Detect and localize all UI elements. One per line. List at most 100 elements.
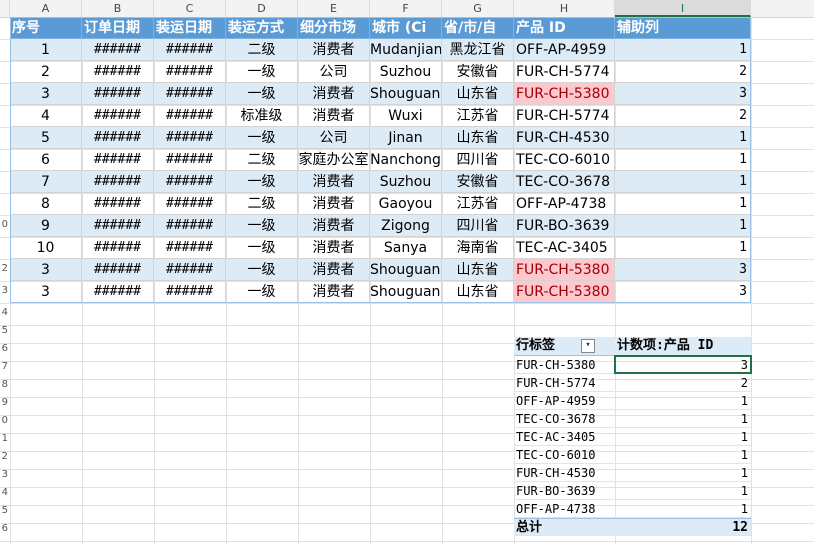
table-cell-mode[interactable]: 一级 [226, 237, 298, 259]
table-header-pid[interactable]: 产品 ID [514, 17, 615, 39]
row-number[interactable]: 0 [0, 415, 8, 426]
row-number[interactable]: 1 [0, 433, 8, 444]
table-cell-pid[interactable]: OFF-AP-4738 [514, 193, 615, 215]
column-header-d[interactable]: D [226, 0, 298, 17]
row-number[interactable]: 3 [0, 469, 8, 480]
table-cell-pid[interactable]: TEC-CO-6010 [514, 149, 615, 171]
spreadsheet[interactable]: ABCDEFGHI 0234567890123456 序号 订单日期 装运日期 装运方… [0, 0, 814, 544]
table-cell-city[interactable]: Suzhou [370, 61, 442, 83]
table-cell-pid[interactable]: FUR-CH-5380 [514, 281, 615, 303]
row-number[interactable]: 4 [0, 487, 8, 498]
row-number[interactable]: 2 [0, 451, 8, 462]
pivot-row-count[interactable]: 1 [615, 428, 751, 446]
pivot-row-count[interactable]: 2 [615, 374, 751, 392]
table-cell-seg[interactable]: 消费者 [298, 281, 370, 303]
pivot-row-label[interactable]: FUR-CH-5380 [514, 356, 615, 374]
filter-dropdown-icon[interactable]: ▾ [581, 338, 596, 353]
row-number[interactable]: 4 [0, 307, 8, 318]
pivot-row-label[interactable]: FUR-BO-3639 [514, 482, 615, 500]
table-cell-seg[interactable]: 家庭办公室 [298, 149, 370, 171]
table-header-mode[interactable]: 装运方式 [226, 17, 298, 39]
table-cell-prov[interactable]: 山东省 [442, 259, 514, 281]
pivot-row-label[interactable]: OFF-AP-4738 [514, 500, 615, 518]
table-cell-prov[interactable]: 安徽省 [442, 61, 514, 83]
table-cell-no[interactable]: 3 [10, 83, 82, 105]
table-cell-city[interactable]: Wuxi [370, 105, 442, 127]
pivot-row-label[interactable]: TEC-AC-3405 [514, 428, 615, 446]
table-cell-no[interactable]: 5 [10, 127, 82, 149]
table-cell-no[interactable]: 2 [10, 61, 82, 83]
table-cell-mode[interactable]: 二级 [226, 149, 298, 171]
row-number[interactable]: 3 [0, 285, 8, 296]
pivot-row-count[interactable]: 1 [615, 482, 751, 500]
table-cell-aux[interactable]: 1 [615, 127, 751, 149]
table-cell-mode[interactable]: 二级 [226, 193, 298, 215]
column-header-i[interactable]: I [615, 0, 751, 17]
table-cell-no[interactable]: 3 [10, 259, 82, 281]
pivot-row-label[interactable]: FUR-CH-4530 [514, 464, 615, 482]
table-cell-city[interactable]: Gaoyou [370, 193, 442, 215]
table-cell-ship[interactable]: ###### [154, 105, 226, 127]
table-cell-order[interactable]: ###### [82, 237, 154, 259]
table-cell-ship[interactable]: ###### [154, 193, 226, 215]
table-cell-order[interactable]: ###### [82, 193, 154, 215]
table-cell-order[interactable]: ###### [82, 215, 154, 237]
table-header-no[interactable]: 序号 [10, 17, 82, 39]
table-cell-ship[interactable]: ###### [154, 39, 226, 61]
pivot-row-label[interactable]: TEC-CO-3678 [514, 410, 615, 428]
table-cell-pid[interactable]: FUR-CH-5380 [514, 83, 615, 105]
table-cell-ship[interactable]: ###### [154, 281, 226, 303]
table-cell-prov[interactable]: 江苏省 [442, 193, 514, 215]
table-cell-order[interactable]: ###### [82, 105, 154, 127]
table-cell-no[interactable]: 6 [10, 149, 82, 171]
table-cell-city[interactable]: Shouguang [370, 281, 442, 303]
column-header-a[interactable]: A [10, 0, 82, 17]
table-header-seg[interactable]: 细分市场 [298, 17, 370, 39]
table-cell-aux[interactable]: 1 [615, 149, 751, 171]
pivot-row-count[interactable]: 1 [615, 464, 751, 482]
table-cell-mode[interactable]: 一级 [226, 215, 298, 237]
table-cell-order[interactable]: ###### [82, 259, 154, 281]
table-cell-city[interactable]: Shouguang [370, 83, 442, 105]
table-header-aux[interactable]: 辅助列 [615, 17, 751, 39]
table-cell-seg[interactable]: 公司 [298, 61, 370, 83]
row-number[interactable]: 5 [0, 325, 8, 336]
table-cell-mode[interactable]: 二级 [226, 39, 298, 61]
table-cell-aux[interactable]: 1 [615, 237, 751, 259]
table-cell-ship[interactable]: ###### [154, 127, 226, 149]
table-cell-pid[interactable]: FUR-CH-5380 [514, 259, 615, 281]
table-cell-pid[interactable]: TEC-AC-3405 [514, 237, 615, 259]
active-cell-selection[interactable] [614, 355, 752, 374]
table-cell-mode[interactable]: 标准级 [226, 105, 298, 127]
table-cell-seg[interactable]: 消费者 [298, 259, 370, 281]
table-cell-no[interactable]: 10 [10, 237, 82, 259]
table-cell-aux[interactable]: 3 [615, 259, 751, 281]
table-cell-aux[interactable]: 3 [615, 83, 751, 105]
row-number[interactable]: 5 [0, 505, 8, 516]
row-number[interactable]: 6 [0, 343, 8, 354]
column-header-g[interactable]: G [442, 0, 514, 17]
table-cell-pid[interactable]: FUR-CH-5774 [514, 105, 615, 127]
table-cell-mode[interactable]: 一级 [226, 127, 298, 149]
table-cell-city[interactable]: Zigong [370, 215, 442, 237]
table-cell-seg[interactable]: 消费者 [298, 83, 370, 105]
table-cell-aux[interactable]: 1 [615, 39, 751, 61]
table-header-city[interactable]: 城市 (Ci [370, 17, 442, 39]
pivot-row-count[interactable]: 1 [615, 392, 751, 410]
column-header-c[interactable]: C [154, 0, 226, 17]
table-cell-no[interactable]: 7 [10, 171, 82, 193]
table-cell-pid[interactable]: FUR-BO-3639 [514, 215, 615, 237]
table-cell-no[interactable]: 3 [10, 281, 82, 303]
table-cell-pid[interactable]: FUR-CH-5774 [514, 61, 615, 83]
table-cell-prov[interactable]: 山东省 [442, 127, 514, 149]
table-cell-order[interactable]: ###### [82, 149, 154, 171]
table-cell-aux[interactable]: 2 [615, 61, 751, 83]
table-header-ship[interactable]: 装运日期 [154, 17, 226, 39]
table-cell-city[interactable]: Shouguang [370, 259, 442, 281]
table-cell-aux[interactable]: 2 [615, 105, 751, 127]
table-header-prov[interactable]: 省/市/自 [442, 17, 514, 39]
row-number[interactable]: 0 [0, 219, 8, 230]
table-cell-mode[interactable]: 一级 [226, 259, 298, 281]
table-cell-pid[interactable]: TEC-CO-3678 [514, 171, 615, 193]
table-cell-seg[interactable]: 消费者 [298, 193, 370, 215]
